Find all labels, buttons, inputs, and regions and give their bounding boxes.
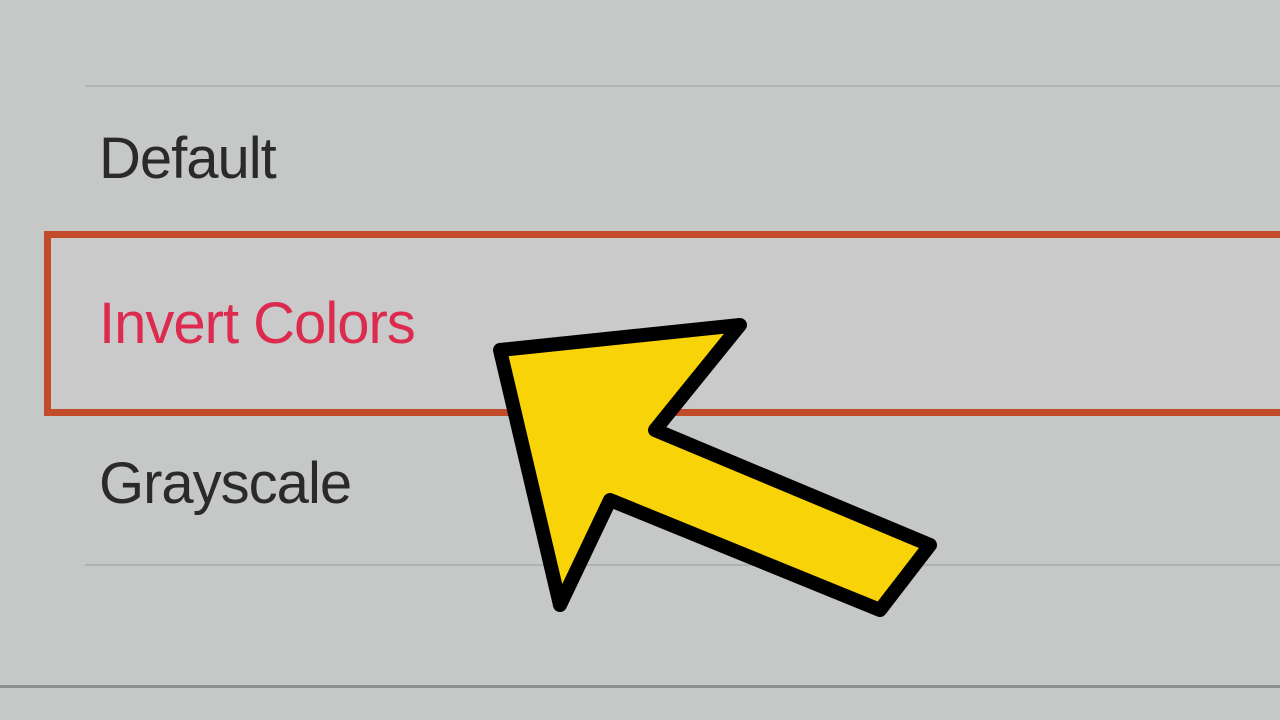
option-invert-colors-label: Invert Colors <box>99 290 415 357</box>
divider <box>0 685 1280 688</box>
option-invert-colors[interactable]: Invert Colors <box>44 231 1280 416</box>
settings-panel: Default Invert Colors Grayscale <box>0 0 1280 720</box>
divider <box>85 564 1280 566</box>
option-default[interactable]: Default <box>99 125 276 192</box>
option-grayscale[interactable]: Grayscale <box>99 450 351 517</box>
divider <box>85 85 1280 87</box>
